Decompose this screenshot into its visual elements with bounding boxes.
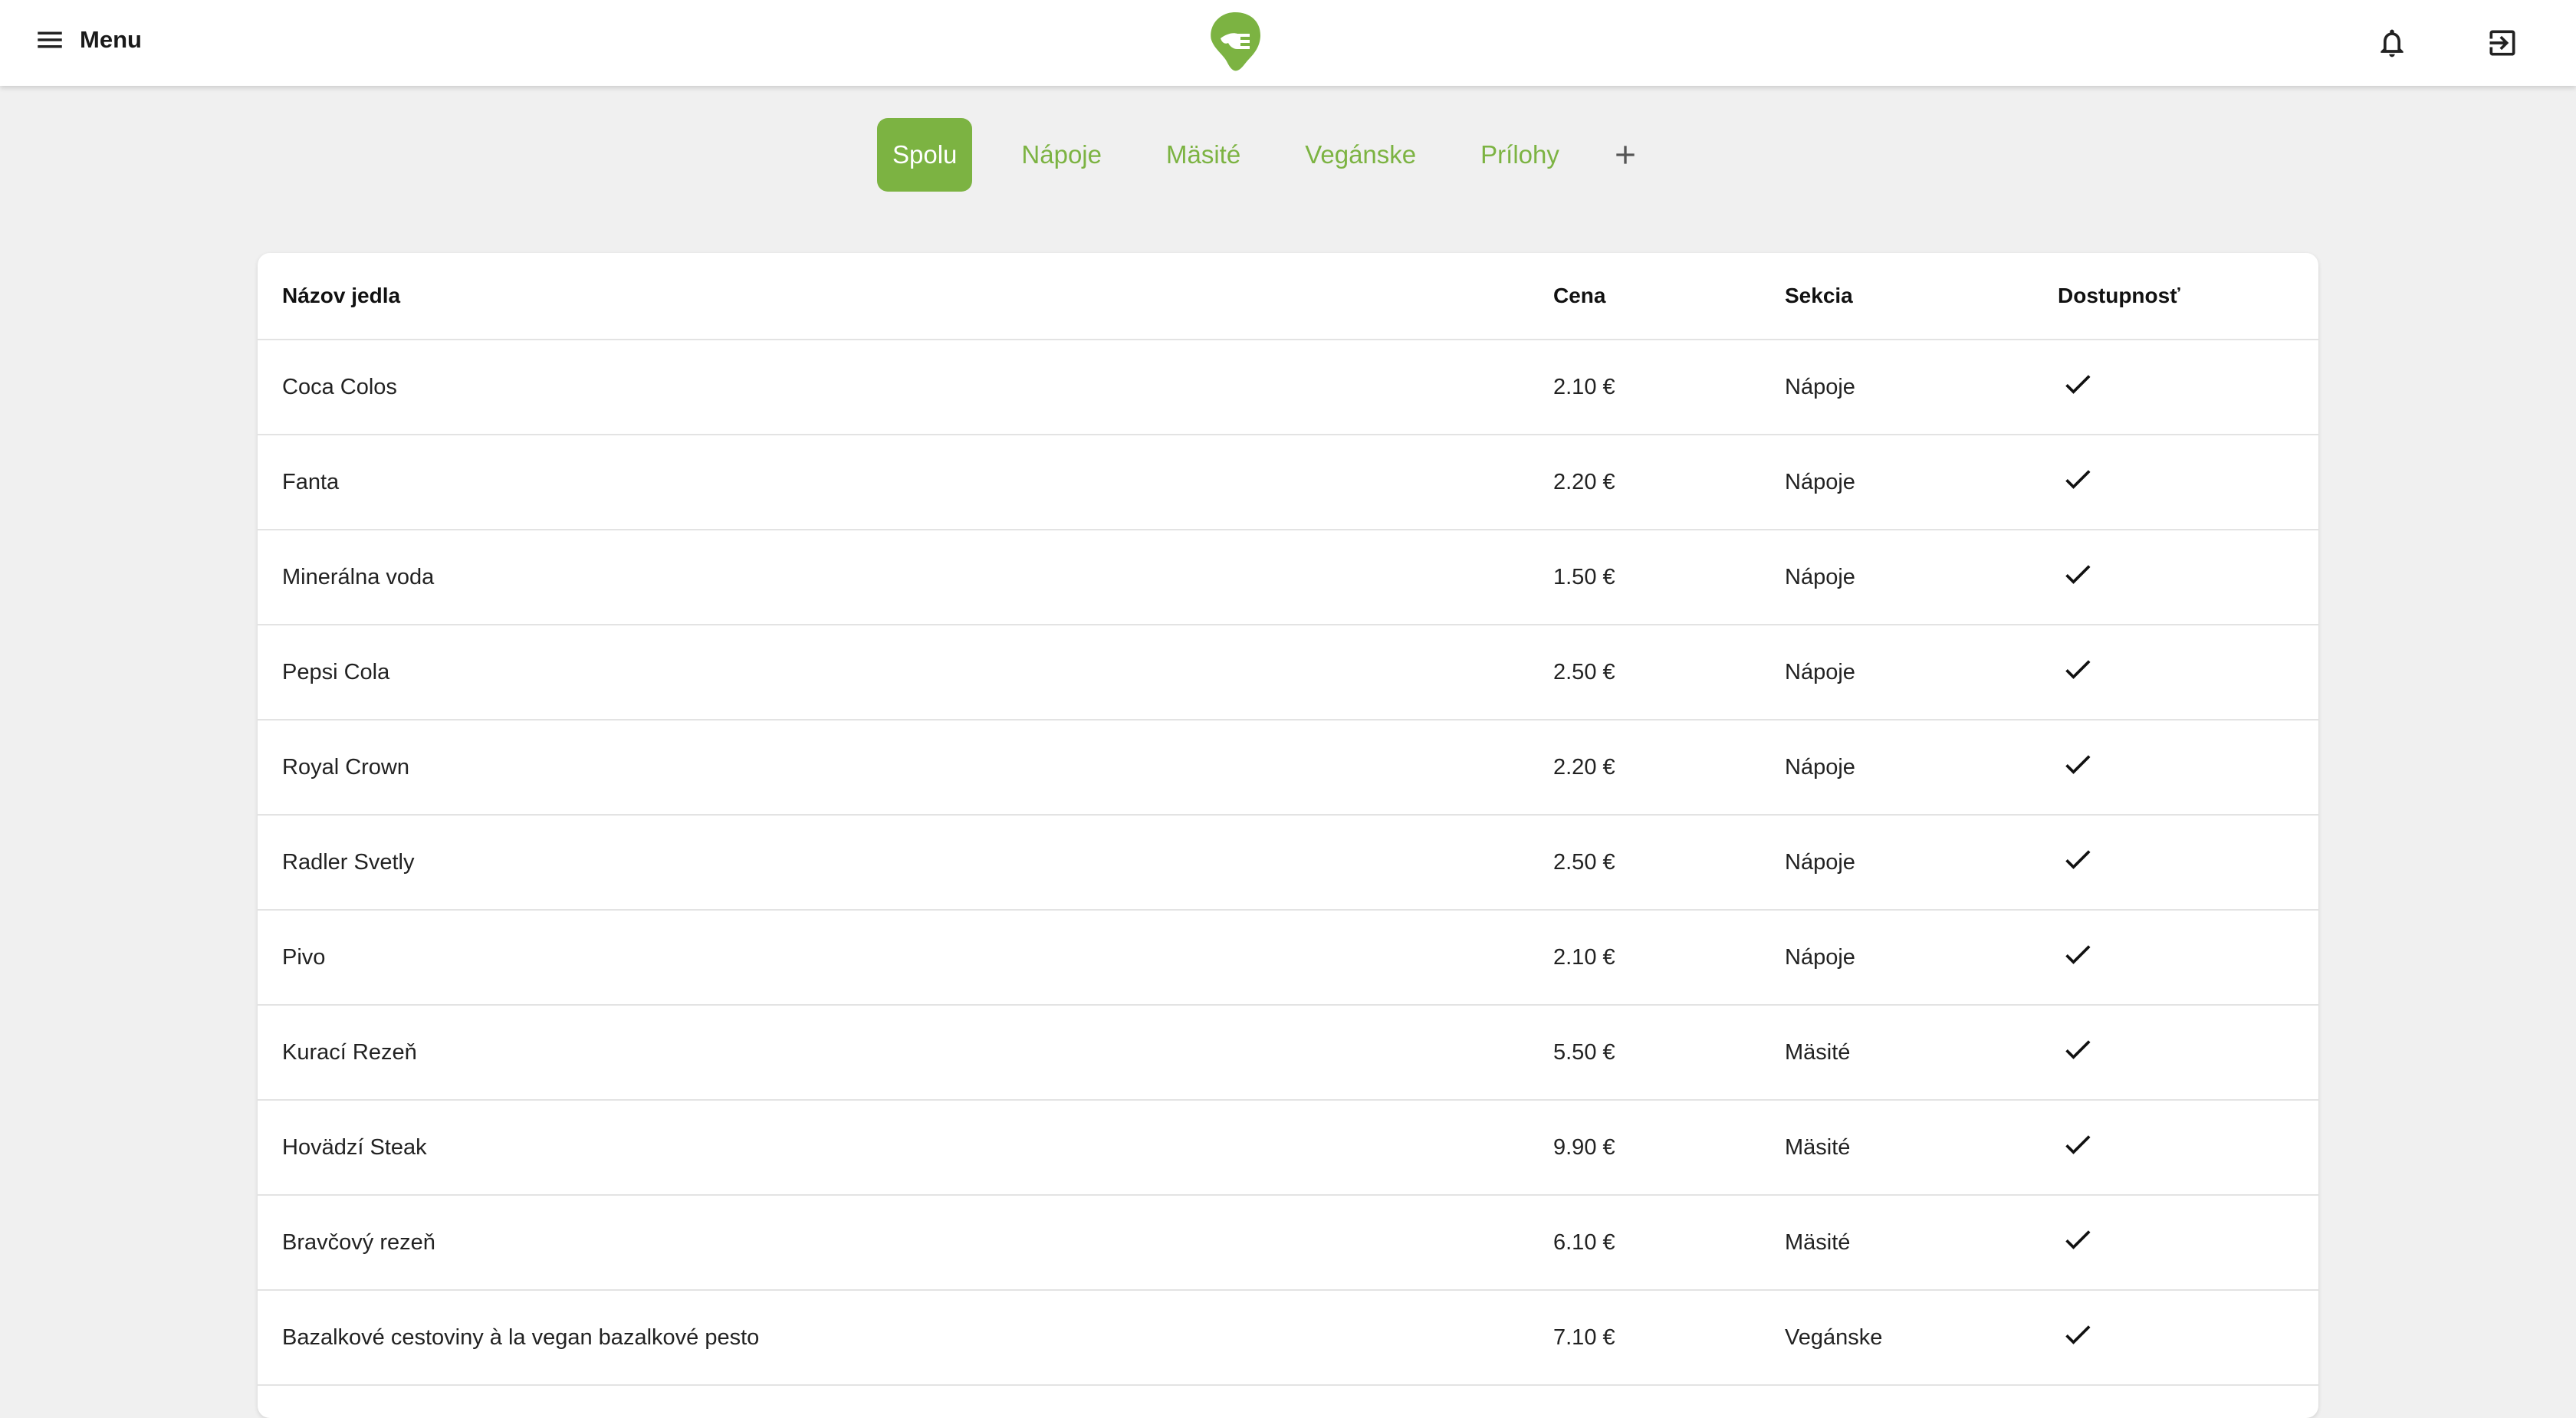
item-price: 2.20 €	[1553, 435, 1785, 530]
section-tabs: Spolu Nápoje Mäsité Vegánske Prílohy	[877, 118, 1648, 192]
top-app-bar: Menu	[0, 0, 2576, 86]
logout-icon	[2486, 26, 2519, 60]
item-name: Coca Colos	[258, 340, 1553, 435]
notifications-button[interactable]	[2367, 18, 2417, 67]
tab-veganske[interactable]: Vegánske	[1290, 118, 1431, 192]
item-price: 2.20 €	[1553, 720, 1785, 816]
availability-cell	[2058, 720, 2318, 816]
item-section: Mäsité	[1785, 1100, 2058, 1196]
item-section: Nápoje	[1785, 625, 2058, 720]
menu-label: Menu	[80, 26, 142, 53]
checkmark-icon	[2058, 1318, 2318, 1351]
checkmark-icon	[2058, 652, 2318, 686]
column-header-availability[interactable]: Dostupnosť	[2058, 253, 2318, 340]
item-price: 5.50 €	[1553, 1005, 1785, 1101]
item-section: Nápoje	[1785, 340, 2058, 435]
table-header-row: Názov jedla Cena Sekcia Dostupnosť	[258, 253, 2318, 340]
item-name: Bravčový rezeň	[258, 1195, 1553, 1291]
table-row[interactable]: Minerálna voda 1.50 € Nápoje	[258, 530, 2318, 625]
table-row[interactable]: Kurací Rezeň 5.50 € Mäsité	[258, 1005, 2318, 1101]
item-section: Nápoje	[1785, 815, 2058, 911]
checkmark-icon	[2058, 1223, 2318, 1256]
item-section: Nápoje	[1785, 720, 2058, 816]
table-row[interactable]: Bazalkové cestoviny à la vegan bazalkové…	[258, 1290, 2318, 1386]
item-name: Kurací Rezeň	[258, 1005, 1553, 1101]
logo-icon	[1207, 11, 1263, 72]
checkmark-icon	[2058, 557, 2318, 591]
checkmark-icon	[2058, 367, 2318, 401]
table-row[interactable]: Fanta 2.20 € Nápoje	[258, 435, 2318, 530]
item-price: 2.50 €	[1553, 815, 1785, 911]
item-price: 2.50 €	[1553, 625, 1785, 720]
table-row[interactable]: Hovädzí Steak 9.90 € Mäsité	[258, 1100, 2318, 1196]
item-price: 6.10 €	[1553, 1195, 1785, 1291]
availability-cell	[2058, 625, 2318, 720]
menu-button[interactable]: Menu	[34, 18, 142, 61]
checkmark-icon	[2058, 747, 2318, 781]
availability-cell	[2058, 1290, 2318, 1386]
checkmark-icon	[2058, 1128, 2318, 1161]
item-name: Minerálna voda	[258, 530, 1553, 625]
item-price: 7.10 €	[1553, 1290, 1785, 1386]
checkmark-icon	[2058, 937, 2318, 971]
menu-icon	[34, 24, 66, 56]
item-section: Nápoje	[1785, 910, 2058, 1006]
tab-spolu[interactable]: Spolu	[877, 118, 973, 192]
plus-icon	[1610, 140, 1641, 170]
availability-cell	[2058, 340, 2318, 435]
item-section: Mäsité	[1785, 1195, 2058, 1291]
tab-masite[interactable]: Mäsité	[1151, 118, 1256, 192]
column-header-name[interactable]: Názov jedla	[258, 253, 1553, 340]
logout-button[interactable]	[2478, 18, 2527, 67]
availability-cell	[2058, 1005, 2318, 1101]
availability-cell	[2058, 435, 2318, 530]
item-name: Bazalkové cestoviny à la vegan bazalkové…	[258, 1290, 1553, 1386]
item-price: 9.90 €	[1553, 1100, 1785, 1196]
item-section: Mäsité	[1785, 1005, 2058, 1101]
table-row[interactable]: Radler Svetly 2.50 € Nápoje	[258, 815, 2318, 911]
availability-cell	[2058, 815, 2318, 911]
table-row[interactable]: Pivo 2.10 € Nápoje	[258, 910, 2318, 1006]
menu-items-table: Názov jedla Cena Sekcia Dostupnosť Coca …	[258, 253, 2318, 1386]
item-price: 2.10 €	[1553, 910, 1785, 1006]
app-logo[interactable]	[1207, 11, 1263, 72]
item-name: Radler Svetly	[258, 815, 1553, 911]
tab-napoje[interactable]: Nápoje	[1006, 118, 1117, 192]
table-row[interactable]: Bravčový rezeň 6.10 € Mäsité	[258, 1195, 2318, 1291]
item-name: Hovädzí Steak	[258, 1100, 1553, 1196]
column-header-price[interactable]: Cena	[1553, 253, 1785, 340]
tab-prilohy[interactable]: Prílohy	[1465, 118, 1575, 192]
item-section: Nápoje	[1785, 530, 2058, 625]
table-row[interactable]: Royal Crown 2.20 € Nápoje	[258, 720, 2318, 816]
checkmark-icon	[2058, 462, 2318, 496]
table-row[interactable]: Pepsi Cola 2.50 € Nápoje	[258, 625, 2318, 720]
item-section: Nápoje	[1785, 435, 2058, 530]
item-name: Royal Crown	[258, 720, 1553, 816]
item-price: 1.50 €	[1553, 530, 1785, 625]
availability-cell	[2058, 1195, 2318, 1291]
item-name: Fanta	[258, 435, 1553, 530]
availability-cell	[2058, 530, 2318, 625]
table-row[interactable]: Coca Colos 2.10 € Nápoje	[258, 340, 2318, 435]
item-name: Pepsi Cola	[258, 625, 1553, 720]
availability-cell	[2058, 910, 2318, 1006]
bell-icon	[2375, 26, 2409, 60]
availability-cell	[2058, 1100, 2318, 1196]
item-section: Vegánske	[1785, 1290, 2058, 1386]
item-price: 2.10 €	[1553, 340, 1785, 435]
checkmark-icon	[2058, 1032, 2318, 1066]
column-header-section[interactable]: Sekcia	[1785, 253, 2058, 340]
add-section-button[interactable]	[1602, 132, 1648, 178]
menu-items-table-card: Názov jedla Cena Sekcia Dostupnosť Coca …	[258, 253, 2318, 1418]
item-name: Pivo	[258, 910, 1553, 1006]
checkmark-icon	[2058, 842, 2318, 876]
